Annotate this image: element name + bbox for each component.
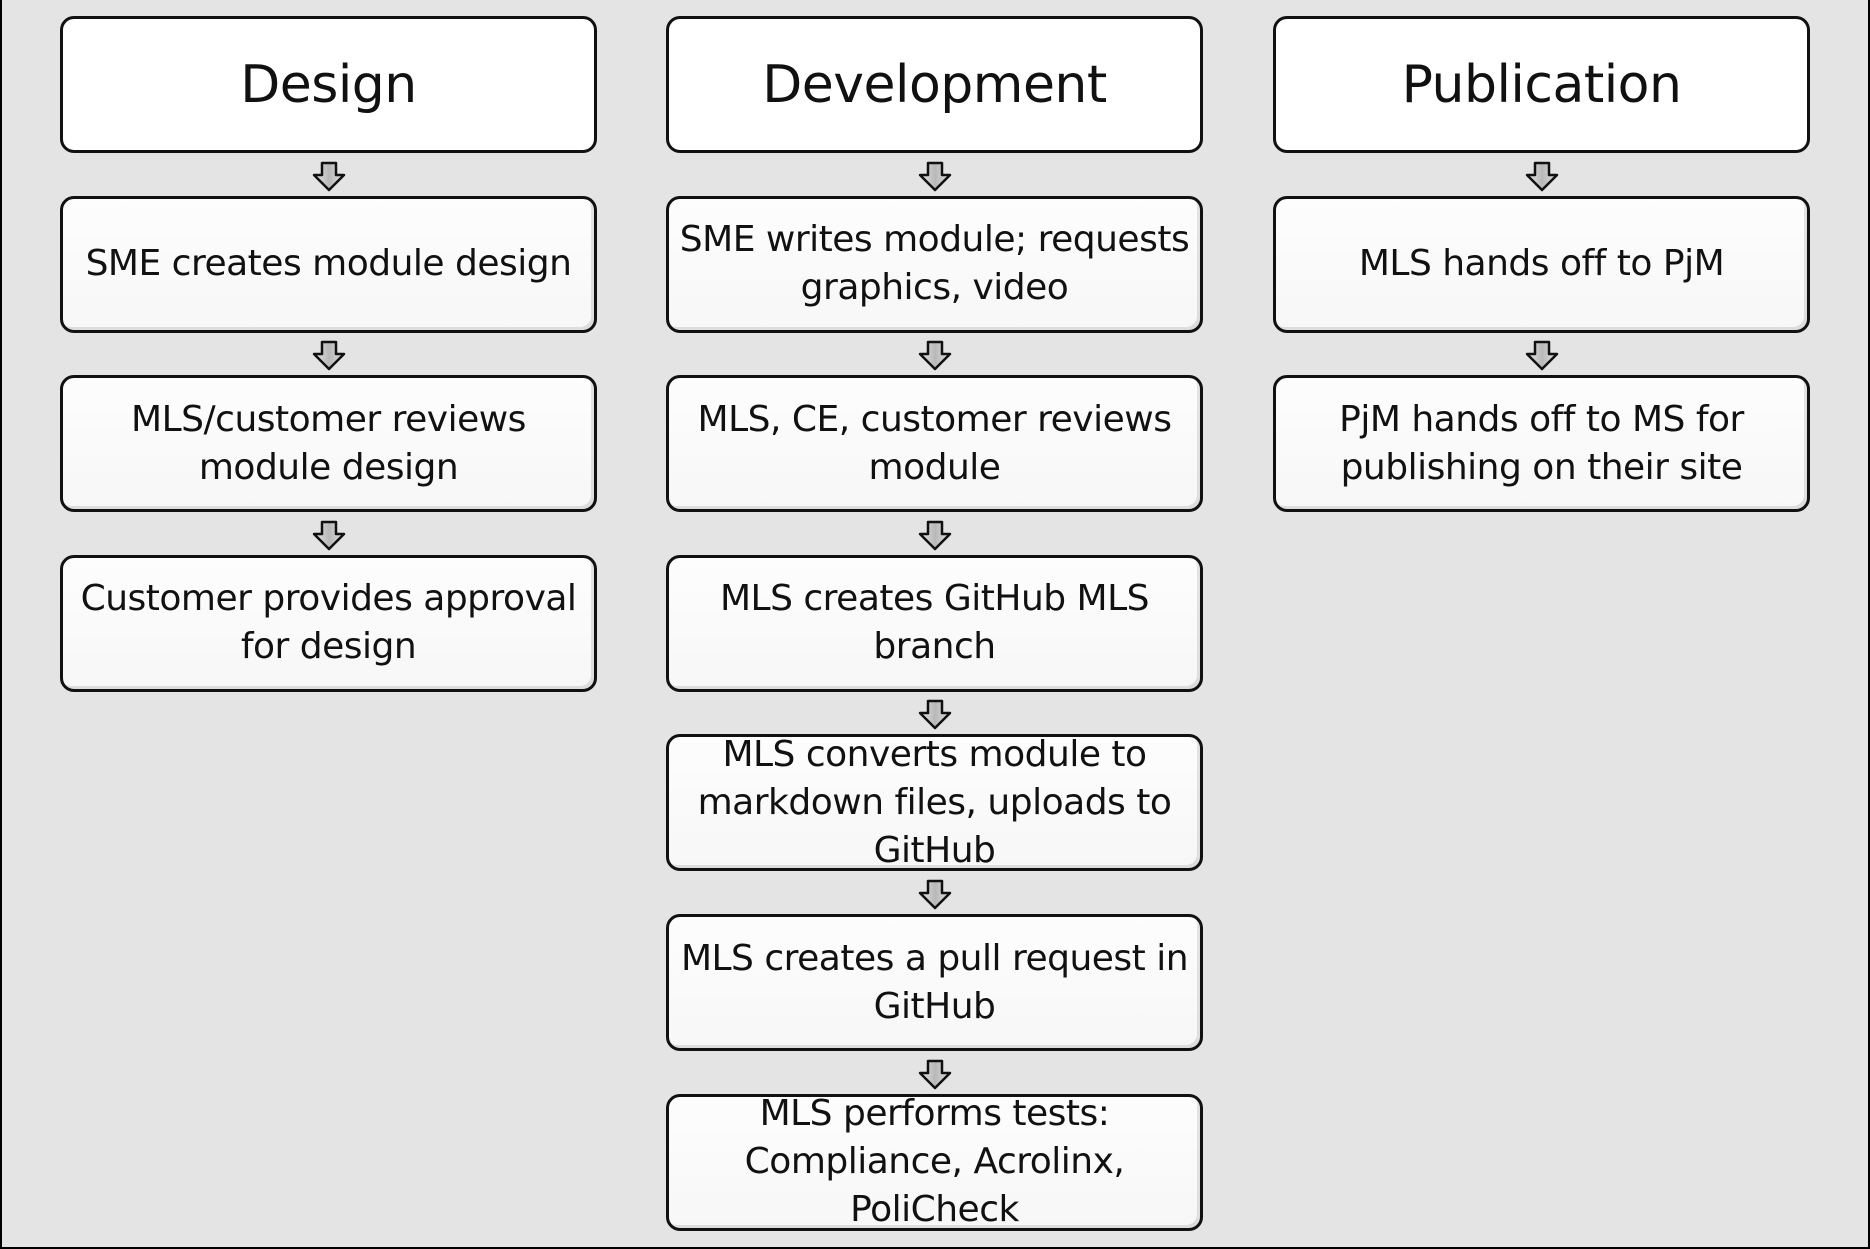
down-arrow-icon	[312, 520, 346, 551]
down-arrow-icon	[918, 340, 952, 371]
down-arrow-icon	[1525, 161, 1559, 191]
process-step-box: MLS creates GitHub MLS branch	[666, 554, 1203, 692]
phase-title: Development	[762, 54, 1107, 115]
process-step-box: SME creates module design	[60, 195, 597, 333]
process-step-text: SME writes module; requests graphics, vi…	[679, 219, 1190, 309]
process-step-text: SME creates module design	[85, 243, 572, 285]
down-arrow-icon	[918, 520, 952, 551]
process-step-box: MLS creates a pull request in GitHub	[666, 914, 1203, 1051]
process-step-text: MLS converts module to markdown files, u…	[697, 733, 1172, 871]
process-step-text: MLS performs tests: Compliance, Acrolinx…	[744, 1093, 1125, 1231]
process-step-box: MLS hands off to PjM	[1273, 195, 1810, 333]
process-step-box: MLS performs tests: Compliance, Acrolinx…	[666, 1093, 1203, 1231]
down-arrow-icon	[918, 700, 952, 730]
phase-title: Design	[240, 54, 417, 115]
down-arrow-icon	[312, 340, 346, 371]
process-step-text: MLS hands off to PjM	[1358, 243, 1725, 285]
process-step-box: Customer provides approval for design	[60, 554, 597, 692]
process-step-text: MLS, CE, customer reviews module	[697, 398, 1172, 488]
down-arrow-icon	[312, 161, 346, 191]
down-arrow-icon	[918, 879, 952, 910]
process-step-text: MLS creates GitHub MLS branch	[719, 578, 1150, 668]
process-step-box: MLS/customer reviews module design	[60, 375, 597, 513]
phase-title: Publication	[1401, 54, 1682, 115]
down-arrow-icon	[1525, 340, 1559, 371]
process-step-box: PjM hands off to MS for publishing on th…	[1273, 375, 1810, 513]
process-step-text: MLS/customer reviews module design	[131, 398, 526, 488]
phase-header-box: Publication	[1273, 16, 1810, 153]
process-step-text: PjM hands off to MS for publishing on th…	[1339, 398, 1744, 488]
process-step-box: MLS, CE, customer reviews module	[666, 375, 1203, 513]
down-arrow-icon	[918, 1059, 952, 1089]
process-step-box: MLS converts module to markdown files, u…	[666, 734, 1203, 872]
phase-header-box: Design	[60, 16, 597, 153]
process-step-text: MLS creates a pull request in GitHub	[680, 937, 1189, 1027]
process-step-text: Customer provides approval for design	[80, 578, 577, 668]
phase-header-box: Development	[666, 16, 1203, 153]
process-step-box: SME writes module; requests graphics, vi…	[666, 195, 1203, 333]
down-arrow-icon	[918, 161, 952, 191]
